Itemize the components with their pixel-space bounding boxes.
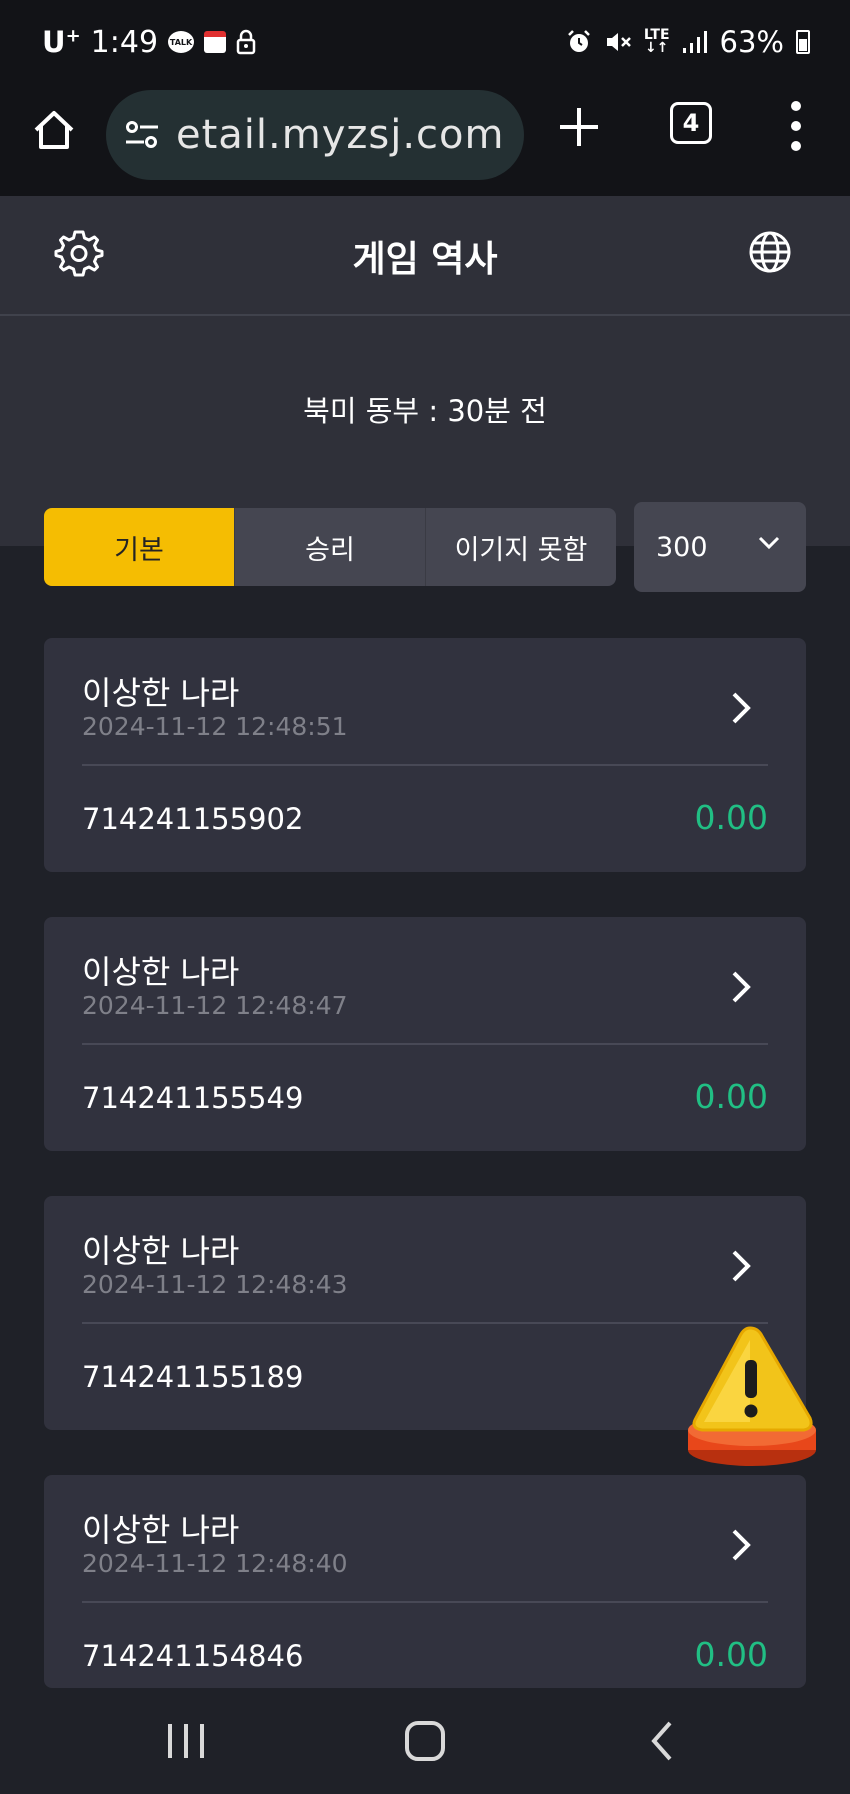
back-icon[interactable] — [634, 1714, 694, 1768]
record-card[interactable]: 이상한 나라 2024-11-12 12:48:47 714241155549 … — [44, 917, 806, 1151]
browser-toolbar: etail.myzsj.com 4 — [0, 84, 850, 196]
app-header: 게임 역사 — [0, 196, 850, 316]
region-time-label: 북미 동부 : 30분 전 — [303, 394, 547, 428]
record-amount: 0.00 — [694, 798, 768, 837]
record-id: 714241155549 — [82, 1081, 304, 1115]
record-id: 714241155902 — [82, 802, 304, 836]
lock-icon — [236, 29, 256, 55]
chevron-down-icon — [758, 536, 780, 550]
warning-icon[interactable] — [680, 1322, 820, 1472]
chevron-right-icon[interactable] — [730, 969, 754, 1005]
address-bar[interactable]: etail.myzsj.com — [106, 90, 524, 180]
record-time: 2024-11-12 12:48:51 — [82, 712, 348, 741]
battery-icon — [796, 30, 810, 54]
count-select-value: 300 — [656, 531, 708, 563]
status-right: LTE ↓↑ 63% — [566, 22, 810, 62]
record-amount: 0.00 — [694, 1635, 768, 1674]
status-bar: U+ 1:49 TALK LTE ↓↑ 63% — [0, 0, 850, 84]
more-icon[interactable] — [776, 98, 816, 154]
record-game-name: 이상한 나라 — [82, 1511, 240, 1549]
chevron-right-icon[interactable] — [730, 1248, 754, 1284]
record-game-name: 이상한 나라 — [82, 953, 240, 991]
count-select[interactable]: 300 — [634, 502, 806, 592]
record-card[interactable]: 이상한 나라 2024-11-12 12:48:51 714241155902 … — [44, 638, 806, 872]
home-nav-icon[interactable] — [395, 1714, 455, 1768]
screen: U+ 1:49 TALK LTE ↓↑ 63% etail.myzsj.com 4 — [0, 0, 850, 1794]
site-settings-icon[interactable] — [124, 118, 160, 152]
record-card[interactable]: 이상한 나라 2024-11-12 12:48:40 714241154846 … — [44, 1475, 806, 1688]
record-amount: 0.00 — [694, 1077, 768, 1116]
battery-percent: 63% — [719, 25, 784, 59]
chevron-right-icon[interactable] — [730, 1527, 754, 1563]
chevron-right-icon[interactable] — [730, 690, 754, 726]
card-divider — [82, 1322, 768, 1324]
record-time: 2024-11-12 12:48:47 — [82, 991, 348, 1020]
url-text[interactable]: etail.myzsj.com — [176, 112, 504, 158]
tab-win[interactable]: 승리 — [235, 508, 426, 586]
recents-icon[interactable] — [156, 1714, 216, 1768]
lte-indicator: LTE ↓↑ — [643, 27, 670, 56]
record-game-name: 이상한 나라 — [82, 674, 240, 712]
record-time: 2024-11-12 12:48:40 — [82, 1549, 348, 1578]
tab-basic[interactable]: 기본 — [44, 508, 235, 586]
alarm-icon — [567, 30, 590, 52]
globe-icon[interactable] — [748, 230, 792, 274]
calendar-icon — [204, 31, 227, 53]
record-id: 714241155189 — [82, 1360, 304, 1394]
signal-icon — [682, 31, 707, 53]
status-left: U+ 1:49 TALK — [42, 22, 256, 62]
record-game-name: 이상한 나라 — [82, 1232, 240, 1270]
carrier-label: U+ — [42, 25, 81, 59]
record-time: 2024-11-12 12:48:43 — [82, 1270, 348, 1299]
system-nav-bar — [0, 1688, 850, 1794]
tabs-icon[interactable]: 4 — [670, 102, 712, 144]
page-title: 게임 역사 — [352, 239, 498, 280]
card-divider — [82, 764, 768, 766]
filter-tabs: 기본 승리 이기지 못함 — [44, 508, 616, 586]
home-icon[interactable] — [30, 106, 78, 154]
card-divider — [82, 1043, 768, 1045]
talk-icon: TALK — [168, 31, 195, 53]
tab-no-win[interactable]: 이기지 못함 — [426, 508, 616, 586]
clock: 1:49 — [90, 24, 159, 60]
card-divider — [82, 1601, 768, 1603]
record-id: 714241154846 — [82, 1639, 304, 1673]
plus-icon[interactable] — [556, 104, 602, 150]
mute-icon — [606, 33, 631, 51]
